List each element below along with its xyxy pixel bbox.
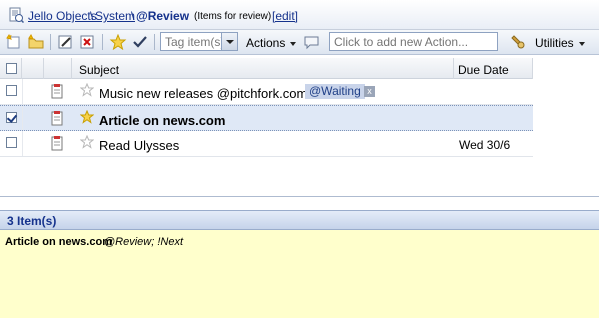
toolbar-separator xyxy=(102,34,103,50)
row-subject: Read Ulysses xyxy=(99,138,180,153)
subject-column-label: Subject xyxy=(79,63,120,77)
select-all-checkbox[interactable] xyxy=(6,63,17,74)
chevron-down-icon xyxy=(290,41,297,46)
tag-chip[interactable]: @Waiting xyxy=(305,84,365,99)
edit-icon[interactable] xyxy=(57,34,75,50)
breadcrumb-current: @Review xyxy=(136,9,190,23)
breadcrumb-subtitle: (Items for review) xyxy=(194,11,272,22)
due-date-column-label: Due Date xyxy=(458,63,509,77)
row-subject: Article on news.com xyxy=(99,113,226,128)
detail-title: Article on news.com xyxy=(5,236,112,248)
item-count-label: 3 Item(s) xyxy=(7,214,57,228)
row-due-date: Wed 30/6 xyxy=(459,138,511,152)
chevron-down-icon[interactable] xyxy=(221,33,237,50)
due-date-column-header[interactable]: Due Date xyxy=(454,58,533,79)
edit-link[interactable]: [edit] xyxy=(272,9,298,23)
tag-items-select[interactable]: Tag item(s) xyxy=(160,32,238,51)
toolbar: Tag item(s) Actions Utilities xyxy=(0,30,599,55)
star-icon[interactable] xyxy=(109,34,127,50)
task-icon xyxy=(51,84,63,99)
new-item-icon[interactable] xyxy=(5,34,23,50)
header-spacer xyxy=(22,58,44,79)
row-divider xyxy=(22,106,23,130)
row-divider xyxy=(22,131,23,156)
breadcrumb-system[interactable]: System xyxy=(95,9,135,23)
detail-tags: @Review; !Next xyxy=(104,236,184,248)
task-icon xyxy=(51,111,63,126)
delete-icon[interactable] xyxy=(79,34,97,50)
actions-menu-button[interactable]: Actions xyxy=(246,36,297,50)
row-divider xyxy=(22,79,23,104)
actions-menu-label: Actions xyxy=(246,36,286,50)
star-icon[interactable] xyxy=(80,83,94,97)
panel-divider xyxy=(0,196,599,197)
star-icon[interactable] xyxy=(80,135,94,149)
star-icon[interactable] xyxy=(80,110,94,124)
row-checkbox[interactable] xyxy=(6,112,17,123)
table-row[interactable]: Music new releases @pitchfork.com @Waiti… xyxy=(0,79,533,105)
header-spacer xyxy=(44,58,72,79)
item-detail-panel: Article on news.com @Review; !Next xyxy=(0,230,599,318)
breadcrumb-root[interactable]: Jello Objects xyxy=(28,9,97,23)
comment-icon[interactable] xyxy=(303,34,321,50)
breadcrumb-bar: Jello Objects \ System \ @Review (Items … xyxy=(0,0,599,30)
subject-column-header[interactable]: Subject xyxy=(72,58,454,79)
new-action-input[interactable] xyxy=(329,32,498,51)
checkmark-icon[interactable] xyxy=(131,34,149,50)
utilities-icon[interactable] xyxy=(509,34,527,50)
grid-header: Subject Due Date xyxy=(0,58,533,79)
tag-remove-icon[interactable]: x xyxy=(364,86,375,97)
utilities-menu-label: Utilities xyxy=(535,36,574,50)
toolbar-separator xyxy=(50,34,51,50)
breadcrumb-root-link[interactable]: Jello Objects xyxy=(28,9,97,23)
table-row[interactable]: Read Ulysses Wed 30/6 xyxy=(0,131,533,157)
tag-items-placeholder: Tag item(s) xyxy=(165,35,225,49)
breadcrumb-separator: \ xyxy=(90,9,94,23)
new-folder-icon[interactable] xyxy=(27,34,45,50)
page-icon xyxy=(9,7,24,23)
select-all-column xyxy=(0,58,22,79)
breadcrumb-system-link[interactable]: System xyxy=(95,9,135,23)
table-row[interactable]: Article on news.com xyxy=(0,105,533,131)
row-checkbox[interactable] xyxy=(6,137,17,148)
utilities-menu-button[interactable]: Utilities xyxy=(535,36,585,50)
toolbar-separator xyxy=(154,34,155,50)
task-icon xyxy=(51,136,63,151)
row-checkbox[interactable] xyxy=(6,85,17,96)
breadcrumb-separator: \ xyxy=(131,9,135,23)
item-count-header: 3 Item(s) xyxy=(0,210,599,230)
row-subject: Music new releases @pitchfork.com xyxy=(99,86,308,101)
chevron-down-icon xyxy=(578,41,585,46)
